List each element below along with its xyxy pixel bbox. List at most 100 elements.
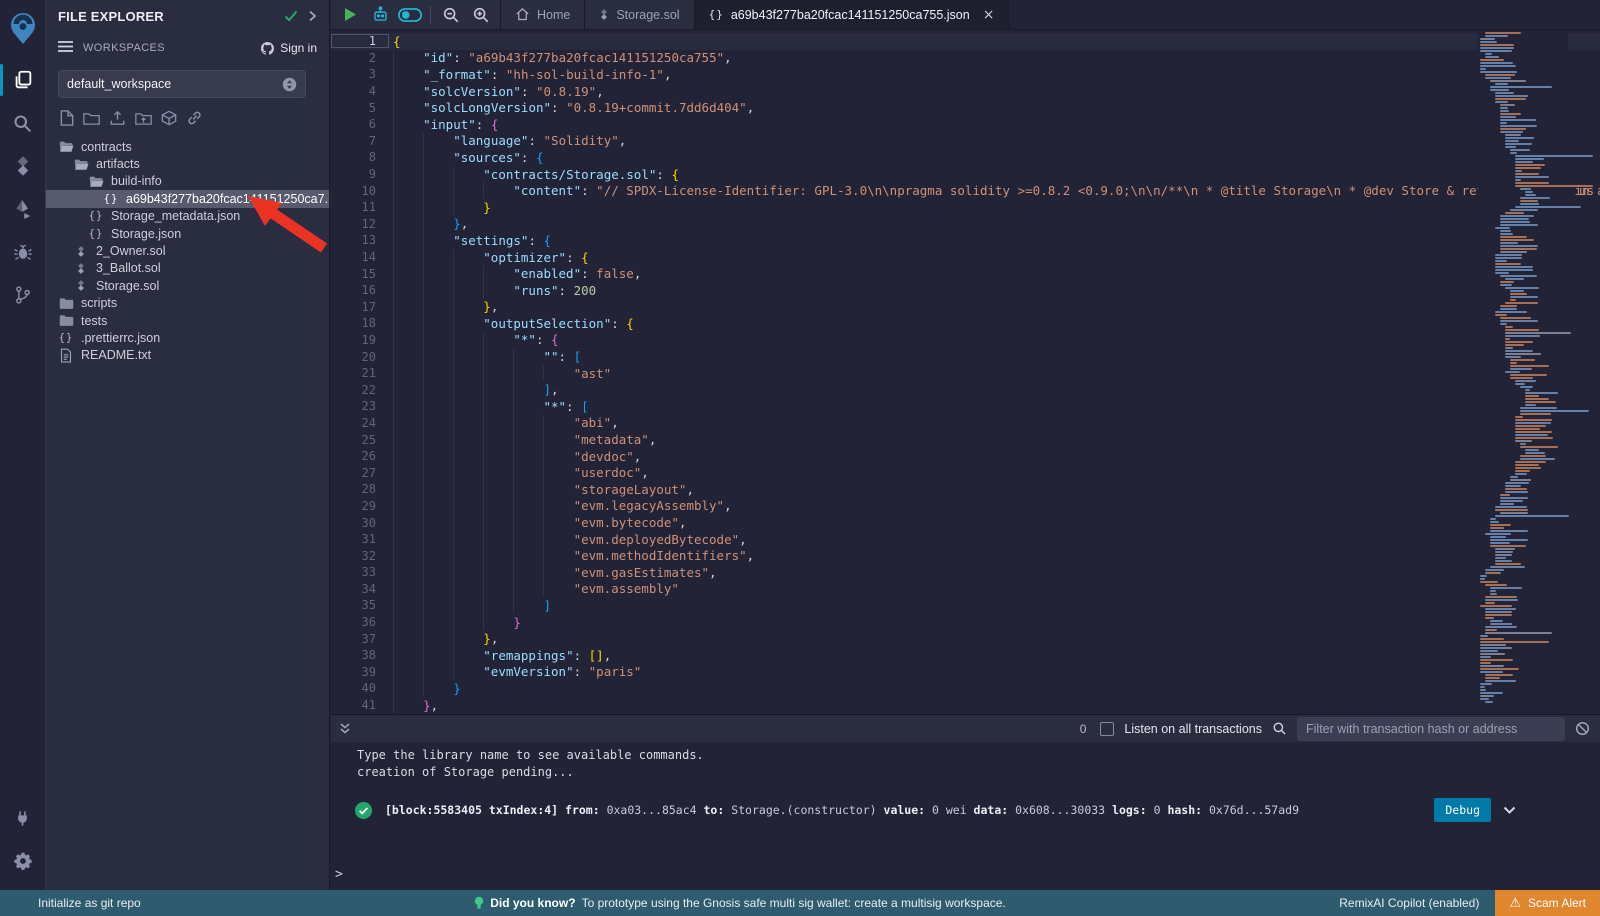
new-file-icon[interactable] [60,110,74,126]
code-line-15[interactable]: 15"enabled": false, [331,265,1600,282]
code-line-40[interactable]: 40} [331,680,1600,697]
debug-button[interactable]: Debug [1434,798,1491,822]
code-line-18[interactable]: 18"outputSelection": { [331,315,1600,332]
remix-logo-icon[interactable] [0,6,46,50]
cube-icon[interactable] [161,110,177,126]
code-line-12[interactable]: 12}, [331,216,1600,233]
code-line-1[interactable]: 1{ [331,33,1600,50]
copilot-status-item[interactable]: RemixAI Copilot (enabled) [1339,896,1479,910]
minimap[interactable] [1478,30,1568,710]
tree-item-contracts[interactable]: contracts [46,138,329,155]
search-icon[interactable] [0,103,46,143]
new-folder-icon[interactable] [83,111,100,126]
tree-item-scripts[interactable]: scripts [46,295,329,312]
tree-item-build-info[interactable]: build-info [46,173,329,190]
workspace-select[interactable]: default_workspace [58,70,306,98]
copilot-toggle[interactable] [397,3,423,27]
code-line-28[interactable]: 28"storageLayout", [331,481,1600,498]
code-line-5[interactable]: 5"solcLongVersion": "0.8.19+commit.7dd6d… [331,99,1600,116]
code-line-19[interactable]: 19"*": { [331,332,1600,349]
plugin-manager-icon[interactable] [0,798,46,838]
solidity-compiler-icon[interactable] [0,146,46,186]
code-line-31[interactable]: 31"evm.deployedBytecode", [331,531,1600,548]
code-line-33[interactable]: 33"evm.gasEstimates", [331,564,1600,581]
tree-item-storage-sol[interactable]: Storage.sol [46,277,329,294]
code-line-13[interactable]: 13"settings": { [331,232,1600,249]
link-icon[interactable] [186,110,203,126]
search-icon[interactable] [1272,721,1287,736]
code-line-17[interactable]: 17}, [331,299,1600,316]
upload-file-icon[interactable] [109,110,126,126]
code-line-16[interactable]: 16"runs": 200 [331,282,1600,299]
code-line-36[interactable]: 36} [331,614,1600,631]
code-line-24[interactable]: 24"abi", [331,415,1600,432]
code-line-22[interactable]: 22], [331,381,1600,398]
deploy-and-run-icon[interactable] [0,189,46,229]
tree-item-3-ballot-sol[interactable]: 3_Ballot.sol [46,260,329,277]
code-line-25[interactable]: 25"metadata", [331,431,1600,448]
tree-item-storage-json[interactable]: {}Storage.json [46,225,329,242]
git-init-status-item[interactable]: Initialize as git repo [0,896,141,910]
settings-icon[interactable] [0,841,46,881]
code-line-3[interactable]: 3"_format": "hh-sol-build-info-1", [331,66,1600,83]
tree-item-a69b43f277ba20fcac141151250ca7-[interactable]: {}a69b43f277ba20fcac141151250ca7... [46,190,329,207]
code-line-23[interactable]: 23"*": [ [331,398,1600,415]
line-number: 22 [331,383,389,397]
code-line-4[interactable]: 4"solcVersion": "0.8.19", [331,83,1600,100]
code-line-27[interactable]: 27"userdoc", [331,464,1600,481]
code-line-7[interactable]: 7"language": "Solidity", [331,133,1600,150]
file-explorer-icon[interactable] [0,60,46,100]
code-line-30[interactable]: 30"evm.bytecode", [331,514,1600,531]
ai-copilot-robot-icon[interactable] [367,3,393,27]
line-content: "contracts/Storage.sol": { [389,166,679,183]
code-line-6[interactable]: 6"input": { [331,116,1600,133]
braces-icon: {} [88,210,104,222]
code-line-38[interactable]: 38"remappings": [], [331,647,1600,664]
code-line-10[interactable]: 10"content": "// SPDX-License-Identifier… [331,182,1600,199]
tree-item-tests[interactable]: tests [46,312,329,329]
scam-alert-badge[interactable]: ⚠ Scam Alert [1495,890,1600,916]
tab-storage-sol[interactable]: Storage.sol [585,0,694,29]
github-sign-in-button[interactable]: Sign in [260,41,317,56]
terminal-collapse-icon[interactable] [339,722,351,735]
code-line-14[interactable]: 14"optimizer": { [331,249,1600,266]
tab-a69b43f277ba20fcac141151250ca755-json[interactable]: {}a69b43f277ba20fcac141151250ca755.json× [695,0,1010,29]
code-editor[interactable]: 1{2"id": "a69b43f277ba20fcac141151250ca7… [331,30,1600,714]
code-line-39[interactable]: 39"evmVersion": "paris" [331,664,1600,681]
transaction-filter-input[interactable] [1297,717,1565,741]
tree-item-artifacts[interactable]: artifacts [46,155,329,172]
upload-folder-icon[interactable] [135,111,152,126]
zoom-in-button[interactable] [468,3,494,27]
code-line-20[interactable]: 20"": [ [331,348,1600,365]
code-line-2[interactable]: 2"id": "a69b43f277ba20fcac141151250ca755… [331,50,1600,67]
code-line-8[interactable]: 8"sources": { [331,149,1600,166]
tree-item-readme-txt[interactable]: README.txt [46,347,329,364]
git-icon[interactable] [0,275,46,315]
chevron-right-icon[interactable] [308,10,317,22]
terminal-prompt[interactable]: > [331,867,1600,890]
code-line-37[interactable]: 37}, [331,630,1600,647]
code-line-26[interactable]: 26"devdoc", [331,448,1600,465]
tree-item--prettierrc-json[interactable]: {}.prettierrc.json [46,329,329,346]
tree-item-2-owner-sol[interactable]: 2_Owner.sol [46,242,329,259]
code-line-35[interactable]: 35] [331,597,1600,614]
terminal[interactable]: Type the library name to see available c… [331,742,1600,890]
line-content: "evm.assembly" [389,581,679,598]
hamburger-menu-icon[interactable] [58,39,73,57]
close-tab-icon[interactable]: × [983,7,995,23]
zoom-out-button[interactable] [438,3,464,27]
code-line-32[interactable]: 32"evm.methodIdentifiers", [331,547,1600,564]
code-line-11[interactable]: 11} [331,199,1600,216]
listen-all-transactions-checkbox[interactable] [1100,722,1114,736]
code-line-29[interactable]: 29"evm.legacyAssembly", [331,498,1600,515]
code-line-21[interactable]: 21"ast" [331,365,1600,382]
code-line-41[interactable]: 41}, [331,697,1600,714]
tab-home[interactable]: Home [501,0,585,29]
tree-item-storage-metadata-json[interactable]: {}Storage_metadata.json [46,208,329,225]
block-icon[interactable] [1575,721,1590,736]
code-line-9[interactable]: 9"contracts/Storage.sol": { [331,166,1600,183]
expand-transaction-chevron[interactable] [1503,806,1516,815]
run-script-button[interactable] [337,3,363,27]
debugger-icon[interactable] [0,232,46,272]
code-line-34[interactable]: 34"evm.assembly" [331,581,1600,598]
